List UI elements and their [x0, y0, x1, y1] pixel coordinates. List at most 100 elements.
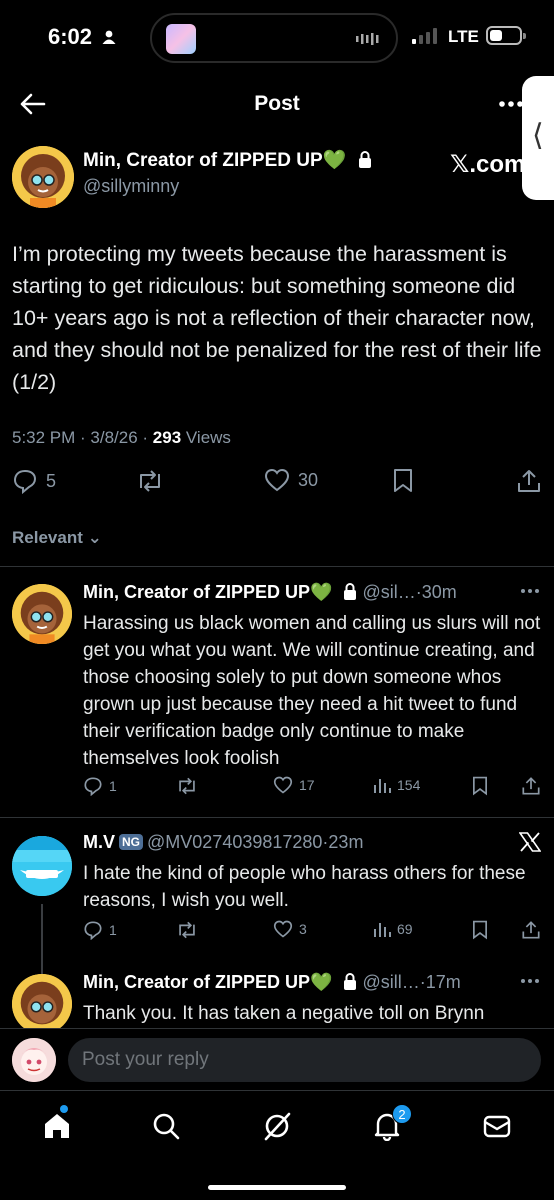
home-icon[interactable] [42, 1111, 72, 1141]
post-text: I’m protecting my tweets because the har… [12, 242, 542, 394]
avatar-illustration [12, 836, 72, 896]
repost-icon[interactable] [175, 920, 199, 940]
reply-actions: 1 3 69 [83, 920, 543, 942]
like-count: 17 [299, 777, 315, 793]
like-button[interactable]: 30 [264, 468, 318, 492]
view-count: 69 [397, 921, 413, 937]
reply-icon [84, 777, 102, 796]
more-icon[interactable] [497, 92, 525, 116]
reply-item[interactable]: Min, Creator of ZIPPED UP💚 @sill…·17m Th… [0, 972, 554, 1028]
reply-handle-time: @sill…·17m [362, 972, 461, 992]
share-icon[interactable] [521, 776, 541, 796]
views-button[interactable]: 154 [373, 776, 420, 794]
network-label: LTE [448, 27, 479, 46]
avatar[interactable] [12, 836, 72, 896]
reply-composer: Post your reply [0, 1028, 554, 1090]
reply-actions: 1 17 154 [83, 776, 543, 798]
avatar[interactable] [12, 974, 72, 1028]
divider [0, 566, 554, 567]
more-icon[interactable] [520, 978, 540, 984]
reply-author-name[interactable]: Min, Creator of ZIPPED UP [83, 582, 310, 602]
signal-icon [412, 28, 437, 44]
reply-header: Min, Creator of ZIPPED UP💚 @sill…·17m [83, 972, 543, 993]
reply-input[interactable]: Post your reply [68, 1038, 541, 1082]
lock-icon [344, 583, 357, 600]
avatar[interactable] [12, 584, 72, 644]
reply-button[interactable]: 1 [83, 920, 117, 940]
reply-text: Thank you. It has taken a negative toll … [83, 1003, 485, 1024]
reply-author-name[interactable]: Min, Creator of ZIPPED UP [83, 972, 310, 992]
views-button[interactable]: 69 [373, 920, 413, 938]
side-panel-tab[interactable]: ⟨ [522, 76, 554, 200]
status-bar: 6:02 LTE [0, 0, 554, 76]
bookmark-icon[interactable] [471, 920, 489, 940]
repost-icon[interactable] [175, 776, 199, 796]
bottom-nav: 2 [0, 1090, 554, 1200]
avatar-illustration [12, 584, 72, 644]
reply-button[interactable]: 5 [12, 468, 56, 494]
lock-icon [358, 151, 371, 168]
views-icon [374, 923, 391, 937]
green-heart-emoji: 💚 [322, 150, 347, 171]
share-icon[interactable] [521, 920, 541, 940]
reply-text: I hate the kind of people who harass oth… [83, 863, 526, 911]
reply-handle-time: @MV0274039817280·23m [147, 832, 364, 852]
avatar-illustration [12, 146, 74, 208]
x-logo-icon [519, 832, 541, 852]
home-unread-dot [60, 1105, 68, 1113]
home-indicator[interactable] [208, 1185, 346, 1190]
avatar[interactable] [12, 146, 74, 208]
reply-icon [84, 921, 102, 940]
view-count: 154 [397, 777, 421, 793]
reply-text: Harassing us black women and calling us … [83, 613, 541, 769]
reply-header: M.V NG @MV0274039817280·23m [83, 832, 543, 853]
like-icon [264, 468, 290, 492]
reply-count: 5 [46, 470, 57, 491]
notifications-count-badge: 2 [392, 1104, 412, 1124]
like-count: 30 [298, 469, 319, 490]
avatar-illustration [12, 1038, 56, 1082]
avatar-illustration [12, 974, 72, 1028]
grok-icon[interactable] [262, 1111, 292, 1141]
like-icon [273, 776, 293, 794]
reply-handle-time: @sil…·30m [362, 582, 457, 602]
divider [0, 817, 554, 818]
like-button[interactable]: 3 [273, 920, 307, 938]
bookmark-icon[interactable] [471, 776, 489, 796]
author-name[interactable]: Min, Creator of ZIPPED UP💚 [83, 148, 372, 172]
my-avatar[interactable] [12, 1038, 56, 1082]
more-icon[interactable] [520, 588, 540, 594]
sort-relevant-dropdown[interactable]: Relevant ⌄ [12, 528, 102, 548]
site-label: 𝕏.com [450, 151, 526, 178]
author-handle[interactable]: @sillyminny [83, 176, 179, 197]
header: Post [0, 76, 554, 134]
audio-waveform-icon [356, 33, 379, 45]
view-count: 293 [152, 428, 182, 447]
ng-badge: NG [119, 834, 144, 850]
reply-button[interactable]: 1 [83, 776, 117, 796]
person-icon [102, 30, 116, 44]
search-icon[interactable] [151, 1111, 181, 1141]
bookmark-icon[interactable] [392, 468, 414, 494]
views-icon [374, 779, 391, 793]
post-meta: 5:32 PM · 3/8/26 · 293 Views [12, 428, 231, 448]
reply-author-name[interactable]: M.V [83, 832, 115, 852]
share-icon[interactable] [516, 468, 542, 494]
like-icon [273, 920, 293, 938]
battery-icon [486, 26, 526, 45]
now-playing-artwork [166, 24, 196, 54]
reply-count: 1 [109, 778, 117, 794]
reply-count: 1 [109, 922, 117, 938]
side-tab-chevron-icon: ⟨ [532, 118, 544, 153]
chevron-down-icon: ⌄ [87, 528, 102, 547]
like-button[interactable]: 17 [273, 776, 315, 794]
views-label: Views [181, 428, 231, 447]
mail-icon[interactable] [482, 1111, 512, 1141]
green-heart-emoji: 💚 [310, 972, 333, 992]
page-title: Post [254, 92, 300, 115]
green-heart-emoji: 💚 [310, 582, 333, 602]
repost-icon[interactable] [135, 468, 165, 494]
reply-header: Min, Creator of ZIPPED UP💚 @sil…·30m [83, 582, 543, 603]
dynamic-island[interactable] [150, 13, 398, 63]
lock-icon [344, 973, 357, 990]
